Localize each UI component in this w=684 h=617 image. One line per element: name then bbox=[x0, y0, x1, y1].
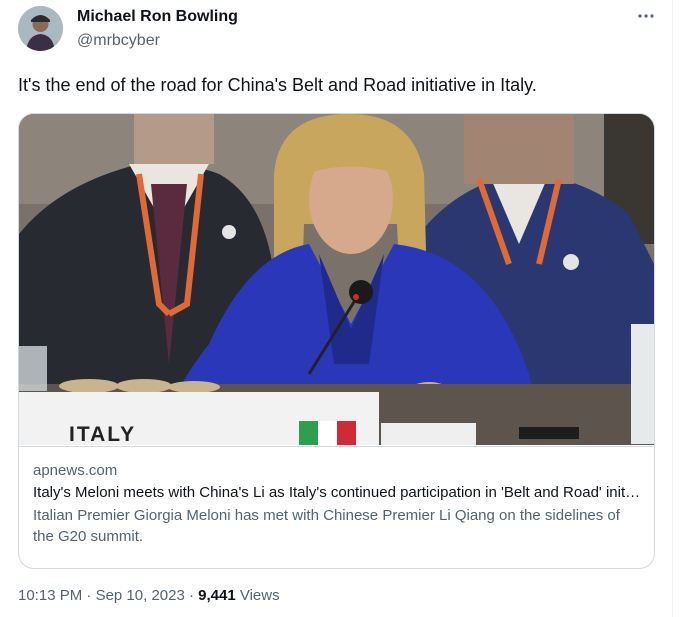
meta-separator: · bbox=[184, 587, 199, 604]
ellipsis-icon bbox=[638, 14, 654, 18]
card-metadata: apnews.com Italy's Meloni meets with Chi… bbox=[19, 446, 654, 568]
tweet-text: It's the end of the road for China's Bel… bbox=[18, 75, 537, 95]
user-avatar-photo bbox=[18, 6, 63, 51]
tweet-container: Michael Ron Bowling @mrbcyber It's the e… bbox=[0, 0, 684, 617]
tweet-time[interactable]: 10:13 PM bbox=[18, 587, 82, 604]
card-image[interactable]: ITALY bbox=[19, 114, 654, 445]
tweet-meta-row: 10:13 PM · Sep 10, 2023 · 9,441 Views bbox=[18, 587, 280, 604]
author-handle[interactable]: @mrbcyber bbox=[77, 32, 160, 50]
card-title[interactable]: Italy's Meloni meets with China's Li as … bbox=[33, 483, 641, 503]
card-domain[interactable]: apnews.com bbox=[33, 461, 640, 481]
meta-separator: · bbox=[82, 587, 96, 604]
views-label: Views bbox=[235, 587, 280, 604]
column-divider bbox=[672, 0, 673, 617]
link-preview-card[interactable]: ITALY apnews.com Italy's Meloni meets wi… bbox=[18, 113, 655, 569]
author-display-name[interactable]: Michael Ron Bowling bbox=[77, 8, 238, 26]
card-description: Italian Premier Giorgia Meloni has met w… bbox=[33, 507, 620, 545]
placard-text: ITALY bbox=[69, 423, 136, 445]
avatar[interactable] bbox=[18, 6, 63, 51]
tweet-date[interactable]: Sep 10, 2023 bbox=[96, 587, 185, 604]
views-count[interactable]: 9,441 bbox=[198, 587, 236, 604]
news-photo: ITALY bbox=[19, 114, 654, 445]
more-options-button[interactable] bbox=[634, 4, 658, 28]
